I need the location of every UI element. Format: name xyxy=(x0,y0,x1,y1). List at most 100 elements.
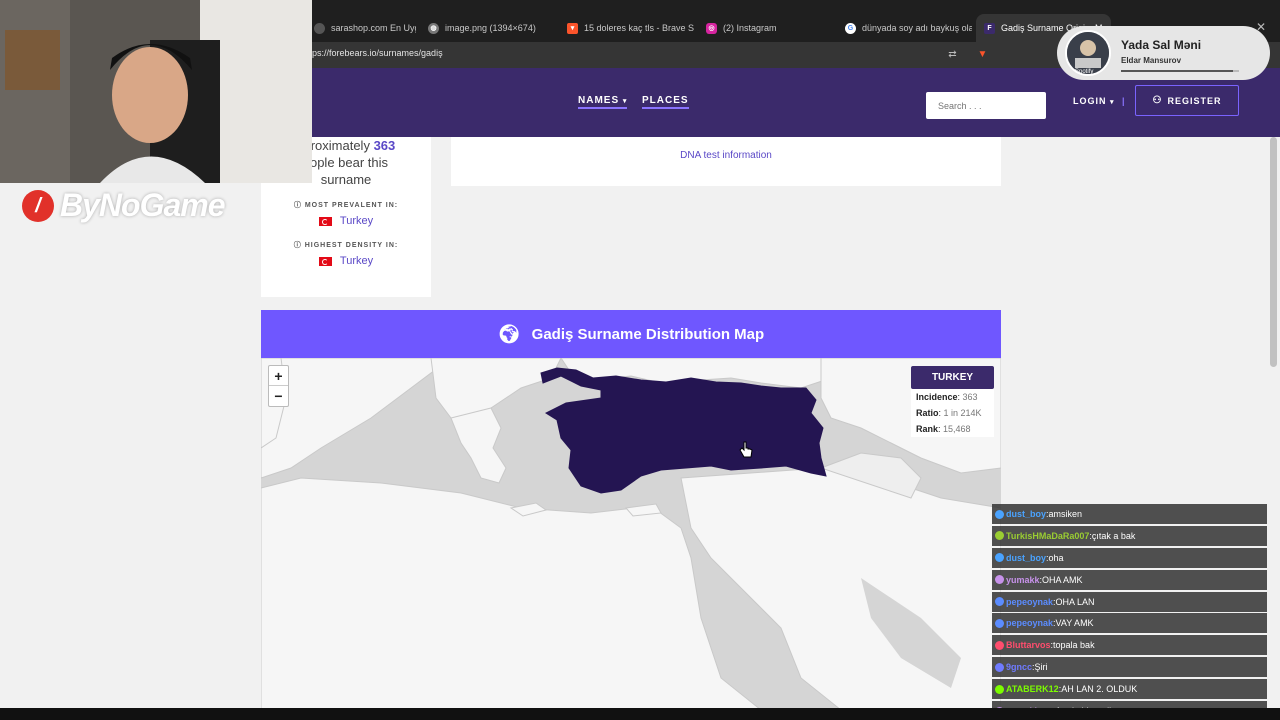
dna-card: DNA test information xyxy=(451,137,1001,186)
chat-username[interactable]: Bluttarvos xyxy=(1006,640,1051,650)
chat-message: pepeoynak: OHA LAN xyxy=(992,591,1267,612)
chat-badge-icon xyxy=(995,597,1004,607)
europe-land xyxy=(261,358,452,479)
chat-text: amsiken xyxy=(1048,509,1083,519)
tab-title: sarashop.com En Uygun Oy xyxy=(331,23,416,33)
map-header: 🌍︎ Gadiş Surname Distribution Map xyxy=(261,310,1001,358)
turkey-flag-icon xyxy=(318,256,332,266)
song-artist: Eldar Mansurov xyxy=(1121,56,1182,65)
url-text[interactable]: ps://forebears.io/surnames/gadiş xyxy=(312,48,443,58)
chat-message: ATABERK12: AH LAN 2. OLDUK xyxy=(992,679,1267,700)
chat-username[interactable]: yumakk xyxy=(1006,575,1040,585)
population-text: roximately xyxy=(310,138,370,153)
globe-icon: ◍ xyxy=(428,22,439,34)
map-title: Gadiş Surname Distribution Map xyxy=(531,325,765,343)
most-prevalent-label-text: MOST PREVALENT IN: xyxy=(304,202,399,209)
song-progress-fill xyxy=(1121,70,1234,72)
user-plus-icon: ⚇ xyxy=(1152,95,1163,106)
browser-tab[interactable]: ▾ 15 doleres kaç tls - Brave Sear xyxy=(559,14,694,42)
site-icon xyxy=(314,22,325,34)
google-icon: G xyxy=(845,22,856,34)
info-icon: ⓘ xyxy=(293,242,302,249)
turkey-flag-icon xyxy=(318,216,332,226)
chat-text: AH LAN 2. OLDUK xyxy=(1061,684,1138,695)
nav-places-label: PLACES xyxy=(642,95,689,106)
chat-message: yumakk: OHA AMK xyxy=(992,569,1267,590)
chat-text: VAY AMK xyxy=(1055,618,1094,629)
chat-text: OHA LAN xyxy=(1055,596,1095,607)
nav-names-label: NAMES xyxy=(578,95,620,106)
ratio-label: Ratio xyxy=(916,408,939,418)
map-canvas xyxy=(261,358,1001,710)
nav-names[interactable]: NAMES ▾ xyxy=(578,95,628,109)
browser-tab[interactable]: sarashop.com En Uygun Oy xyxy=(306,14,416,42)
nav-places[interactable]: PLACES xyxy=(642,95,689,109)
chat-username[interactable]: 9gncc xyxy=(1006,662,1032,672)
now-playing-widget: Spotify Yada Sal Məni Eldar Mansurov xyxy=(1057,26,1270,80)
chat-text: oha xyxy=(1048,552,1064,563)
album-art-image xyxy=(1067,32,1109,74)
tab-title: 15 doleres kaç tls - Brave Sear xyxy=(584,23,694,33)
balkans-land xyxy=(430,358,562,424)
caret-down-icon: ▾ xyxy=(622,98,628,105)
highest-density-country-link[interactable]: Turkey xyxy=(261,255,431,267)
register-button[interactable]: ⚇ REGISTER xyxy=(1135,85,1239,116)
population-count: 363 xyxy=(373,138,396,153)
greece-land xyxy=(450,407,507,484)
browser-tab[interactable]: ◎ (2) Instagram xyxy=(698,14,833,42)
brave-icon: ▾ xyxy=(567,22,578,34)
highest-density-label: ⓘ HIGHEST DENSITY IN: xyxy=(261,240,431,250)
brand-mark-icon: / xyxy=(22,189,54,222)
translate-icon[interactable]: ⇄ xyxy=(946,48,959,61)
chat-badge-icon xyxy=(995,575,1004,585)
highest-density-label-text: HIGHEST DENSITY IN: xyxy=(304,242,399,249)
chat-message: Bluttarvos: topala bak xyxy=(992,635,1267,656)
brand-name: ByNoGame xyxy=(60,187,225,223)
incidence-value: 363 xyxy=(962,392,978,402)
chat-badge-icon xyxy=(995,531,1004,541)
streamer-video xyxy=(0,0,312,183)
chat-badge-icon xyxy=(995,618,1004,628)
most-prevalent-label: ⓘ MOST PREVALENT IN: xyxy=(261,200,431,210)
zoom-in-button[interactable]: + xyxy=(269,366,288,386)
search-input[interactable] xyxy=(926,92,1046,119)
info-icon: ⓘ xyxy=(293,202,302,209)
chat-username[interactable]: pepeoynak xyxy=(1006,597,1053,607)
distribution-map[interactable]: + − TURKEY Incidence: 363 Ratio: 1 in 21… xyxy=(261,358,1001,710)
country-info-box: TURKEY Incidence: 363 Ratio: 1 in 214K R… xyxy=(911,366,994,437)
zoom-out-button[interactable]: − xyxy=(269,386,288,406)
chat-username[interactable]: pepeoynak xyxy=(1006,618,1053,628)
browser-tab[interactable]: ◍ image.png (1394×674) xyxy=(420,14,555,42)
brand-logo: / ByNoGame xyxy=(22,187,225,224)
instagram-icon: ◎ xyxy=(706,22,717,34)
spotify-label: Spotify xyxy=(1075,69,1094,75)
info-rank: Rank: 15,468 xyxy=(916,424,971,434)
chat-badge-icon xyxy=(995,662,1004,672)
brave-shield-icon[interactable]: ▼ xyxy=(976,48,989,61)
webcam-overlay xyxy=(0,0,312,183)
chat-username[interactable]: dust_boy xyxy=(1006,553,1046,563)
register-label: REGISTER xyxy=(1167,95,1222,106)
chat-message: dust_boy: oha xyxy=(992,547,1267,568)
page-scrollbar[interactable] xyxy=(1267,137,1280,720)
globe-icon: 🌍︎ xyxy=(497,323,521,344)
country-name: Turkey xyxy=(339,215,374,227)
most-prevalent-country-link[interactable]: Turkey xyxy=(261,215,431,227)
tab-title: (2) Instagram xyxy=(723,23,777,33)
chat-username[interactable]: dust_boy xyxy=(1006,509,1046,519)
rank-value: 15,468 xyxy=(943,424,971,434)
chat-username[interactable]: TurkisHMaDaRa007 xyxy=(1006,531,1089,541)
ratio-value: 1 in 214K xyxy=(943,408,982,418)
chat-badge-icon xyxy=(995,509,1004,519)
login-button[interactable]: LOGIN ▾ | xyxy=(1073,96,1126,106)
browser-tab[interactable]: G dünyada soy adı baykuş olan xyxy=(837,14,972,42)
scrollbar-thumb[interactable] xyxy=(1270,137,1277,367)
chat-text: Şiri xyxy=(1034,662,1048,673)
forebears-icon: F xyxy=(984,22,995,34)
stream-chat: dust_boy: amsiken TurkisHMaDaRa007: çıtak… xyxy=(992,504,1267,720)
chat-badge-icon xyxy=(995,684,1004,694)
dna-test-link[interactable]: DNA test information xyxy=(451,150,1001,161)
rank-label: Rank xyxy=(916,424,939,434)
chat-badge-icon xyxy=(995,553,1004,563)
chat-username[interactable]: ATABERK12 xyxy=(1006,684,1059,694)
